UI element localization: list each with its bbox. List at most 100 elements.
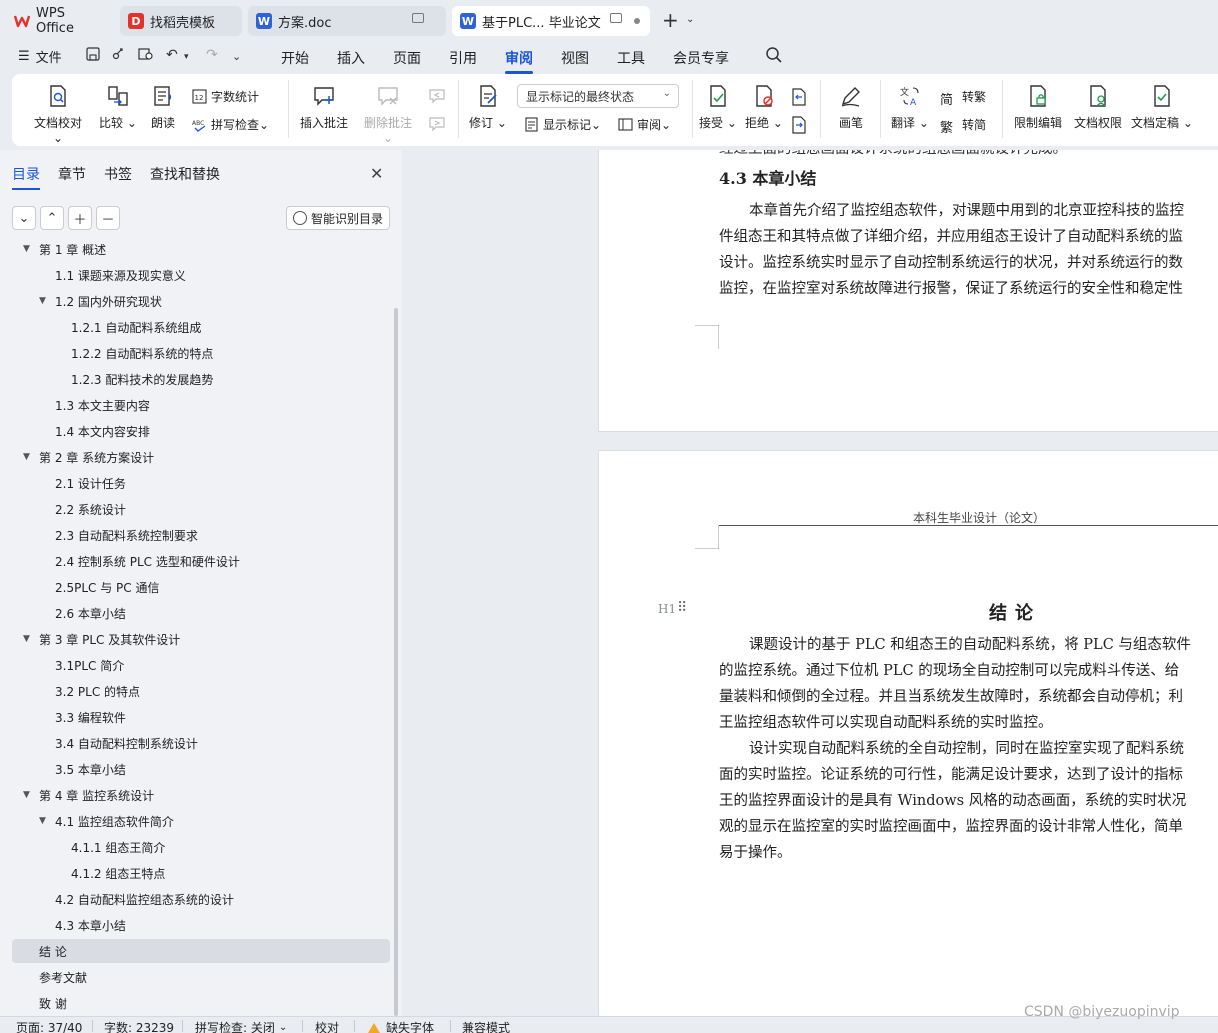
restrict-edit-button[interactable]: 限制编辑 [1010,80,1066,131]
toc-item[interactable]: 2.2 系统设计 [12,497,390,521]
toc-item[interactable]: 1.2.3 配料技术的发展趋势 [12,367,390,391]
toc-item[interactable]: 致 谢 [12,991,390,1015]
tab-wps-office[interactable]: WPS Office [6,6,114,36]
menu-tab-references[interactable]: 引用 [449,48,477,68]
drag-handle-icon[interactable]: ⠿ [677,600,687,616]
read-aloud-button[interactable]: 朗读 [146,80,180,131]
undo-icon[interactable]: ↶ [166,47,178,63]
expand-caret-icon[interactable]: ▼ [39,296,46,306]
chevron-down-icon[interactable]: ⌄ [686,14,694,25]
toc-item[interactable]: ▼ 第 2 章 系统方案设计 [12,445,390,469]
search-icon[interactable] [765,46,783,64]
toc-item[interactable]: 2.6 本章小结 [12,601,390,625]
spell-check-button[interactable]: ABC 拼写检查 ⌄ [192,116,269,133]
missing-font-indicator[interactable]: 缺失字体 [368,1019,434,1033]
toc-item[interactable]: ▼ 第 4 章 监控系统设计 [12,783,390,807]
toc-item[interactable]: 3.2 PLC 的特点 [12,679,390,703]
pen-button[interactable]: 画笔 [832,80,870,131]
sidebar-tab-find-replace[interactable]: 查找和替换 [150,164,220,184]
add-heading-button[interactable]: ＋ [68,206,92,230]
sidebar-tab-bookmarks[interactable]: 书签 [104,164,132,184]
save-icon[interactable] [86,47,100,65]
sidebar-tab-toc[interactable]: 目录 [12,164,40,190]
smart-toc-button[interactable]: 智能识别目录 [286,206,390,230]
to-traditional-button[interactable]: 简 转繁 [940,88,986,108]
toc-item[interactable]: 2.3 自动配料系统控制要求 [12,523,390,547]
doc-permission-button[interactable]: 文档权限 [1072,80,1124,131]
toc-item[interactable]: 1.2.1 自动配料系统组成 [12,315,390,339]
previous-comment-icon[interactable] [428,88,446,104]
expand-up-button[interactable]: ⌃ [40,206,64,230]
redo-icon[interactable]: ↷ [206,47,218,63]
expand-caret-icon[interactable]: ▼ [23,452,30,462]
doc-check-button[interactable]: 文档校对 ⌄ [28,80,88,145]
expand-caret-icon[interactable]: ▼ [39,816,46,826]
translate-button[interactable]: 文A 翻译 ⌄ [890,80,930,131]
accept-button[interactable]: 接受 ⌄ [698,80,738,131]
next-change-icon[interactable] [790,116,808,134]
collapse-all-button[interactable]: ⌄ [12,206,36,230]
toc-item[interactable]: ▼ 4.1 监控组态软件简介 [12,809,390,833]
new-tab-plus-icon[interactable]: + [662,8,679,32]
toc-item[interactable]: 参考文献 [12,965,390,989]
toc-item[interactable]: 1.1 课题来源及现实意义 [12,263,390,287]
track-changes-button[interactable]: 修订 ⌄ [468,80,508,131]
toc-item[interactable]: 1.4 本文内容安排 [12,419,390,443]
heading-level-marker[interactable]: H1 [658,602,676,616]
delete-comment-button[interactable]: 删除批注 ⌄ [358,80,418,145]
insert-comment-button[interactable]: 插入批注 [298,80,350,131]
spell-check-indicator[interactable]: 拼写检查: 关闭 ⌄ [195,1019,287,1033]
toc-item[interactable]: 4.3 本章小结 [12,913,390,937]
toc-item[interactable]: ▼ 第 1 章 概述 [12,244,390,261]
toc-item[interactable]: 3.1PLC 简介 [12,653,390,677]
word-count-indicator[interactable]: 字数: 23239 [104,1019,174,1033]
toc-item[interactable]: 结 论 [12,939,390,963]
print-preview-icon[interactable] [138,47,154,65]
remove-heading-button[interactable]: － [96,206,120,230]
file-menu-button[interactable]: ☰ 文件 [18,47,62,66]
previous-change-icon[interactable] [790,88,808,106]
expand-caret-icon[interactable]: ▼ [23,790,30,800]
monitor-icon[interactable] [412,13,424,23]
sidebar-tab-chapters[interactable]: 章节 [58,164,86,184]
toc-item[interactable]: 2.1 设计任务 [12,471,390,495]
toc-item[interactable]: 4.2 自动配料监控组态系统的设计 [12,887,390,911]
monitor-icon[interactable] [610,13,622,23]
tab-fangan-doc[interactable]: W 方案.doc [248,6,446,36]
toc-item[interactable]: 3.4 自动配料控制系统设计 [12,731,390,755]
menu-tab-insert[interactable]: 插入 [337,48,365,68]
expand-caret-icon[interactable]: ▼ [23,634,30,644]
toc-item[interactable]: 2.4 控制系统 PLC 选型和硬件设计 [12,549,390,573]
show-markup-button[interactable]: 显示标记 ⌄ [524,116,601,133]
page-indicator[interactable]: 页面: 37/40 [16,1019,82,1033]
close-icon[interactable]: ✕ [370,164,383,183]
reject-button[interactable]: 拒绝 ⌄ [744,80,784,131]
next-comment-icon[interactable] [428,116,446,132]
finalize-doc-button[interactable]: 文档定稿 ⌄ [1130,80,1194,131]
proofread-indicator[interactable]: 校对 [315,1019,339,1033]
markup-mode-select[interactable]: 显示标记的最终状态 ⌄ [517,84,679,108]
tab-thesis-doc[interactable]: W 基于PLC... 毕业论文 [452,6,650,36]
toc-item[interactable]: 3.3 编程软件 [12,705,390,729]
compat-mode-indicator[interactable]: 兼容模式 [462,1019,510,1033]
toc-item[interactable]: 1.3 本文主要内容 [12,393,390,417]
toc-item[interactable]: 4.1.1 组态王简介 [12,835,390,859]
toc-item[interactable]: 1.2.2 自动配料系统的特点 [12,341,390,365]
tab-template-search[interactable]: D 找稻壳模板 [120,6,242,36]
expand-caret-icon[interactable]: ▼ [23,244,30,254]
menu-tab-member[interactable]: 会员专享 [673,48,729,68]
toc-item[interactable]: 3.5 本章小结 [12,757,390,781]
menu-tab-review[interactable]: 审阅 [505,48,533,74]
word-count-button[interactable]: 12 字数统计 [192,88,259,105]
toc-item[interactable]: 2.5PLC 与 PC 通信 [12,575,390,599]
menu-tab-tools[interactable]: 工具 [617,48,645,68]
review-pane-button[interactable]: 审阅 ⌄ [618,116,671,133]
undo-dropdown-icon[interactable]: ▾ [184,52,189,62]
quick-access-more-icon[interactable]: ⌄ [232,50,241,63]
menu-tab-view[interactable]: 视图 [561,48,589,68]
share-icon[interactable] [112,47,126,65]
toc-item[interactable]: 4.1.2 组态王特点 [12,861,390,885]
sidebar-scrollbar[interactable] [394,308,398,1016]
to-simplified-button[interactable]: 繁 转简 [940,116,986,136]
menu-tab-page[interactable]: 页面 [393,48,421,68]
